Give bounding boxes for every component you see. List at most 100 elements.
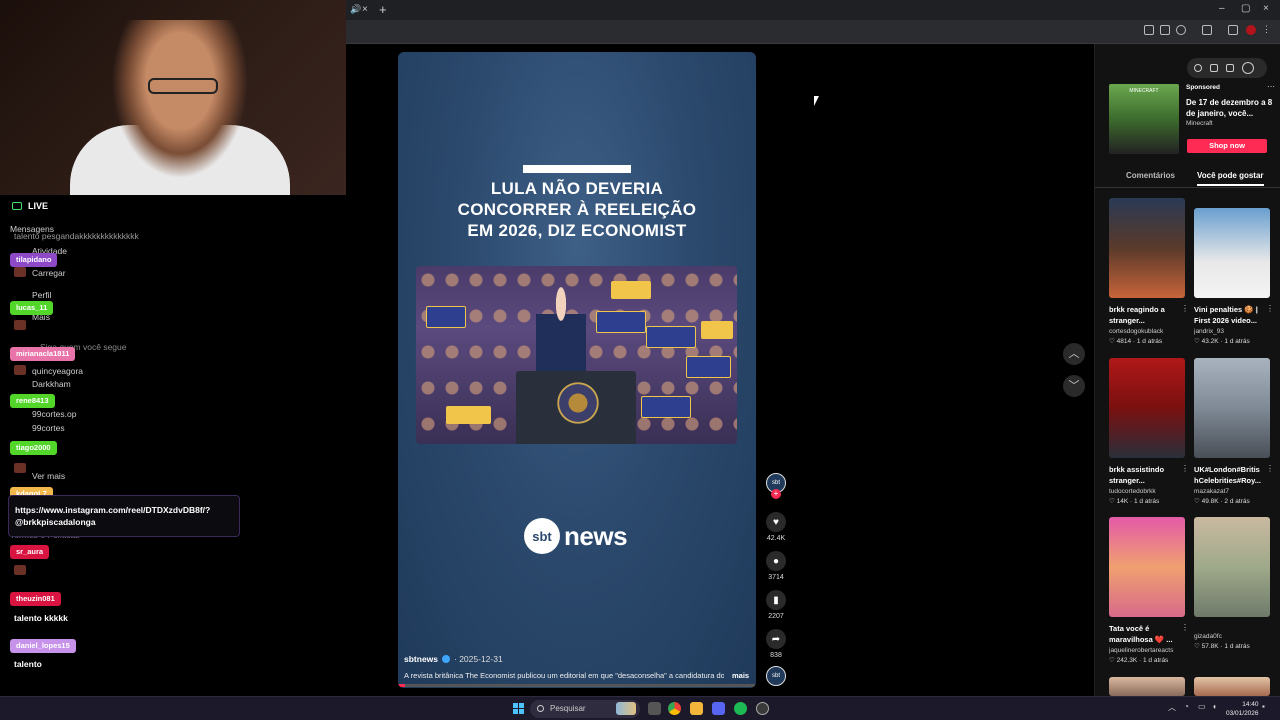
video-card[interactable]: gizada0fc ♡ 57.8K · 1 d atrás: [1194, 517, 1270, 650]
kebab-menu-icon[interactable]: ⋮: [1181, 304, 1189, 313]
translate-icon[interactable]: [1144, 25, 1154, 35]
notification-icon[interactable]: ▪: [1262, 702, 1265, 711]
webcam-feed: [0, 0, 346, 195]
chat-message: talento kkkkk: [14, 613, 68, 623]
no-icon[interactable]: [1194, 64, 1202, 72]
new-tab-button[interactable]: +: [379, 2, 387, 17]
like-count: 42.4K: [766, 535, 786, 542]
audio-icon[interactable]: 🔊: [350, 4, 361, 15]
ghost-sidebar-item: Ver mais: [32, 471, 66, 481]
profile-icon[interactable]: [1242, 62, 1254, 74]
video-card[interactable]: brkk assistindo stranger... tudocortedob…: [1109, 358, 1189, 505]
podium: [516, 371, 636, 444]
music-disc-button[interactable]: sbt: [765, 666, 787, 686]
author-avatar-button[interactable]: sbt +: [765, 473, 787, 499]
video-progress-bar[interactable]: [398, 684, 756, 687]
sbt-logo-mark: sbt: [524, 518, 560, 554]
task-view-icon[interactable]: [648, 702, 661, 715]
kebab-menu-icon[interactable]: ⋮: [1181, 623, 1189, 632]
battery-icon[interactable]: ▭: [1198, 702, 1206, 711]
video-card[interactable]: [1194, 677, 1270, 696]
crowd-sign: [611, 281, 651, 299]
media-control-icon[interactable]: [1228, 25, 1238, 35]
video-card[interactable]: Vini penalties 🍪 | First 2026 video... j…: [1194, 208, 1274, 345]
file-explorer-icon[interactable]: [690, 702, 703, 715]
crowd-sign: [701, 321, 733, 339]
maximize-button[interactable]: ▢: [1241, 3, 1250, 14]
chat-link-message[interactable]: https://www.instagram.com/reel/DTDXzdvDB…: [8, 495, 240, 537]
video-thumbnail[interactable]: [1194, 358, 1270, 458]
video-player[interactable]: LULA NÃO DEVERIA CONCORRER À REELEIÇÃO E…: [398, 52, 756, 688]
video-card-user: jaquelinerobertareacts: [1109, 647, 1174, 654]
obs-icon[interactable]: [756, 702, 769, 715]
next-video-button[interactable]: ﹀: [1063, 375, 1085, 397]
download-icon[interactable]: [1226, 64, 1234, 72]
crowd-sign: [641, 396, 691, 418]
comment-button[interactable]: ● 3714: [765, 551, 787, 581]
chat-link-text[interactable]: https://www.instagram.com/reel/DTDXzdvDB…: [15, 505, 210, 527]
video-author[interactable]: sbtnews: [404, 654, 438, 664]
video-card-stats: ♡ 14K · 1 d atrás: [1109, 498, 1160, 505]
sbt-news-logo: sbt news: [524, 518, 628, 554]
ad-brand: Minecraft: [1186, 120, 1213, 127]
phone-icon[interactable]: [1210, 64, 1218, 72]
chrome-icon[interactable]: [668, 702, 681, 715]
video-description: A revista britânica The Economist public…: [404, 671, 724, 680]
chat-username: rene8413: [10, 394, 55, 408]
ghost-sidebar-item: 99cortes: [32, 423, 65, 433]
ghost-avatar: [14, 365, 26, 375]
video-thumbnail[interactable]: [1194, 677, 1270, 696]
previous-video-button[interactable]: ︿: [1063, 343, 1085, 365]
kebab-menu-icon[interactable]: ⋮: [1181, 464, 1189, 473]
window-close-button[interactable]: ×: [1263, 3, 1269, 14]
minimize-button[interactable]: –: [1219, 3, 1225, 14]
video-thumbnail[interactable]: [1194, 517, 1270, 617]
video-thumbnail[interactable]: [1109, 517, 1185, 617]
ghost-avatar: [14, 463, 26, 473]
tab-comments[interactable]: Comentários: [1126, 171, 1175, 180]
heart-icon: ♥: [766, 512, 786, 532]
video-card-title: UK#London#Britis hCelebrities#Roy...: [1194, 465, 1261, 485]
video-thumbnail[interactable]: [1109, 198, 1185, 298]
discord-icon[interactable]: [712, 702, 725, 715]
bookmark-star-icon[interactable]: [1176, 25, 1186, 35]
profile-avatar[interactable]: [1246, 25, 1256, 35]
chat-message: talento: [14, 659, 42, 669]
extensions-icon[interactable]: [1202, 25, 1212, 35]
follow-plus-icon[interactable]: +: [771, 489, 781, 499]
tab-close-button[interactable]: ×: [362, 4, 368, 15]
windows-start-icon[interactable]: [513, 703, 524, 714]
video-thumbnail[interactable]: [1194, 208, 1270, 298]
like-button[interactable]: ♥ 42.4K: [765, 512, 787, 542]
kebab-menu-icon[interactable]: ⋮: [1266, 304, 1274, 313]
taskbar-search-placeholder: Pesquisar: [550, 704, 586, 713]
ad-menu-icon[interactable]: ⋯: [1267, 82, 1275, 91]
video-card[interactable]: Tata você é maravilhosa ❤️ ... jaqueline…: [1109, 517, 1189, 664]
menu-icon[interactable]: ⋮: [1262, 24, 1272, 34]
shop-now-button[interactable]: Shop now: [1187, 139, 1267, 153]
share-icon: ➦: [766, 629, 786, 649]
save-button[interactable]: ▮ 2207: [765, 590, 787, 620]
taskbar-clock[interactable]: 14:40 03/01/2026: [1226, 700, 1259, 718]
wifi-icon[interactable]: ◔: [1184, 702, 1189, 711]
ad-title[interactable]: De 17 de dezembro a 8 de janeiro, você..…: [1186, 97, 1278, 119]
cast-icon[interactable]: [1160, 25, 1170, 35]
share-button[interactable]: ➦ 838: [765, 629, 787, 659]
video-card[interactable]: UK#London#Britis hCelebrities#Roy... maz…: [1194, 358, 1274, 505]
search-icon: [537, 705, 544, 712]
tab-you-may-like[interactable]: Você pode gostar: [1197, 171, 1264, 186]
video-thumbnail[interactable]: [1109, 677, 1185, 696]
volume-icon[interactable]: ◖: [1212, 702, 1217, 711]
tray-chevron-icon[interactable]: ︿: [1168, 702, 1176, 713]
video-thumbnail[interactable]: [1109, 358, 1185, 458]
video-card-user: mazakazat7: [1194, 488, 1230, 495]
ad-thumbnail[interactable]: MINECRAFT: [1109, 84, 1179, 154]
video-card-user: cortesdogokublack: [1109, 328, 1164, 335]
video-card[interactable]: brkk reagindo a stranger... cortesdogoku…: [1109, 198, 1189, 345]
more-link[interactable]: mais: [732, 671, 749, 680]
chat-username: theuzin081: [10, 592, 61, 606]
search-highlight-icon[interactable]: [616, 702, 636, 715]
kebab-menu-icon[interactable]: ⋮: [1266, 464, 1274, 473]
video-card[interactable]: [1109, 677, 1185, 696]
spotify-icon[interactable]: [734, 702, 747, 715]
